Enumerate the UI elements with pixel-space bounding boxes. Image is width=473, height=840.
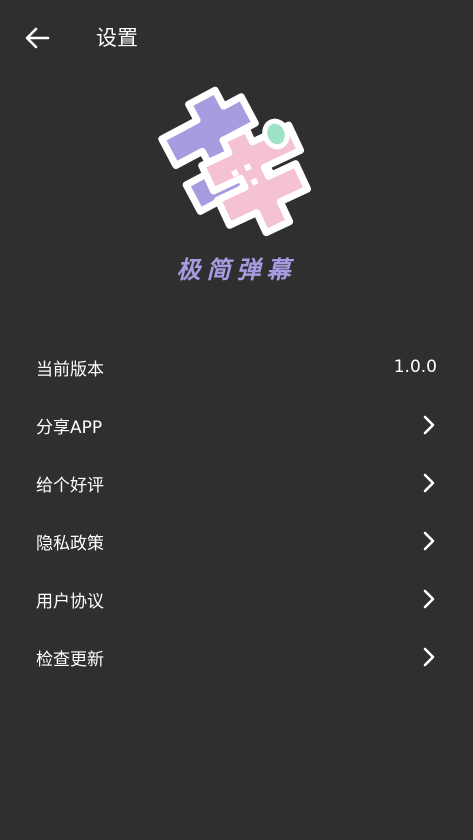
settings-item-share[interactable]: 分享APP [0, 396, 473, 454]
settings-item-label: 当前版本 [36, 359, 104, 380]
version-value: 1.0.0 [393, 357, 437, 377]
settings-item-label: 检查更新 [36, 649, 104, 670]
settings-item-label: 给个好评 [36, 475, 104, 496]
settings-item-version[interactable]: 当前版本 1.0.0 [0, 338, 473, 396]
settings-item-agreement[interactable]: 用户协议 [0, 570, 473, 628]
settings-item-label: 分享APP [36, 417, 103, 438]
chevron-right-icon [421, 414, 437, 436]
settings-list: 当前版本 1.0.0 分享APP 给个好评 隐私政策 用户协议 检查更新 [0, 338, 473, 686]
back-button[interactable] [20, 22, 54, 54]
arrow-left-icon [25, 27, 50, 49]
app-bar: 设置 [0, 0, 473, 76]
chevron-right-icon [421, 472, 437, 494]
brand-name: 极简弹幕 [176, 255, 297, 284]
chevron-right-icon [421, 646, 437, 668]
settings-item-rate[interactable]: 给个好评 [0, 454, 473, 512]
settings-item-privacy[interactable]: 隐私政策 [0, 512, 473, 570]
chevron-right-icon [421, 530, 437, 552]
app-logo [150, 72, 325, 240]
settings-item-label: 用户协议 [36, 591, 104, 612]
settings-item-label: 隐私政策 [36, 533, 104, 554]
page-title: 设置 [96, 26, 138, 50]
chevron-right-icon [421, 588, 437, 610]
settings-item-check-update[interactable]: 检查更新 [0, 628, 473, 686]
